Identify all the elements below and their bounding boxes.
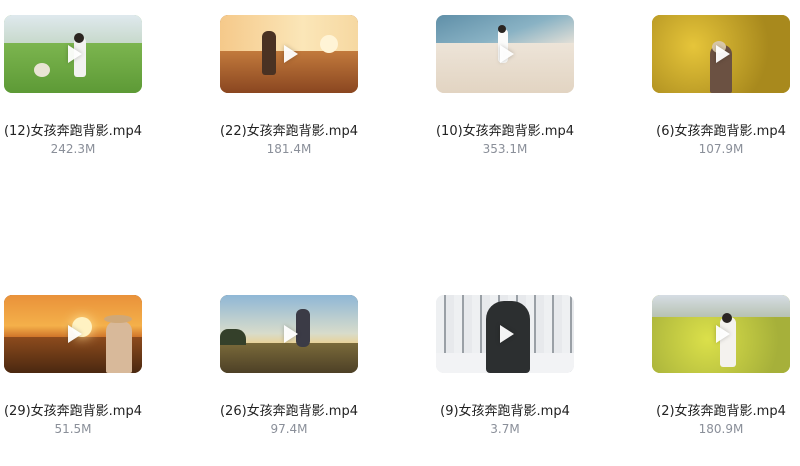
file-size: 107.9M bbox=[698, 142, 744, 156]
video-thumbnail-beach-girl[interactable] bbox=[436, 15, 574, 93]
play-icon[interactable] bbox=[500, 45, 514, 63]
play-icon[interactable] bbox=[716, 45, 730, 63]
play-icon[interactable] bbox=[68, 45, 82, 63]
file-size: 353.1M bbox=[482, 142, 528, 156]
video-thumbnail-jumping-girl[interactable] bbox=[220, 295, 358, 373]
file-size: 181.4M bbox=[266, 142, 312, 156]
file-name: (10)女孩奔跑背影.mp4 bbox=[435, 124, 574, 139]
file-name: (9)女孩奔跑背影.mp4 bbox=[440, 404, 570, 419]
video-thumbnail-snow-forest[interactable] bbox=[436, 295, 574, 373]
video-file-item[interactable]: (26)女孩奔跑背影.mp4 97.4M bbox=[181, 280, 397, 450]
file-size: 242.3M bbox=[50, 142, 96, 156]
video-thumbnail-sunset-hat-girl[interactable] bbox=[4, 295, 142, 373]
file-name: (26)女孩奔跑背影.mp4 bbox=[219, 404, 358, 419]
video-file-item[interactable]: (12)女孩奔跑背影.mp4 242.3M bbox=[0, 0, 181, 170]
play-icon[interactable] bbox=[500, 325, 514, 343]
video-file-item[interactable]: (9)女孩奔跑背影.mp4 3.7M bbox=[397, 280, 613, 450]
video-file-item[interactable]: (10)女孩奔跑背影.mp4 353.1M bbox=[397, 0, 613, 170]
video-thumbnail-flower-field[interactable] bbox=[652, 295, 790, 373]
file-size: 180.9M bbox=[698, 422, 744, 436]
play-icon[interactable] bbox=[68, 325, 82, 343]
play-icon[interactable] bbox=[284, 325, 298, 343]
video-file-item[interactable]: (29)女孩奔跑背影.mp4 51.5M bbox=[0, 280, 181, 450]
file-name: (6)女孩奔跑背影.mp4 bbox=[656, 124, 786, 139]
file-size: 97.4M bbox=[270, 422, 308, 436]
video-file-grid: (12)女孩奔跑背影.mp4 242.3M (22)女孩奔跑背影.mp4 181… bbox=[0, 0, 800, 466]
file-name: (22)女孩奔跑背影.mp4 bbox=[219, 124, 358, 139]
video-file-item[interactable]: (22)女孩奔跑背影.mp4 181.4M bbox=[181, 0, 397, 170]
play-icon[interactable] bbox=[716, 325, 730, 343]
video-thumbnail-field-girl[interactable] bbox=[4, 15, 142, 93]
file-name: (2)女孩奔跑背影.mp4 bbox=[656, 404, 786, 419]
video-thumbnail-sunset-field[interactable] bbox=[220, 15, 358, 93]
video-thumbnail-rapeseed-girl[interactable] bbox=[652, 15, 790, 93]
play-icon[interactable] bbox=[284, 45, 298, 63]
video-file-item[interactable]: (2)女孩奔跑背影.mp4 180.9M bbox=[613, 280, 800, 450]
file-size: 51.5M bbox=[54, 422, 92, 436]
video-file-item[interactable]: (6)女孩奔跑背影.mp4 107.9M bbox=[613, 0, 800, 170]
file-size: 3.7M bbox=[490, 422, 520, 436]
file-name: (12)女孩奔跑背影.mp4 bbox=[3, 124, 142, 139]
file-name: (29)女孩奔跑背影.mp4 bbox=[3, 404, 142, 419]
